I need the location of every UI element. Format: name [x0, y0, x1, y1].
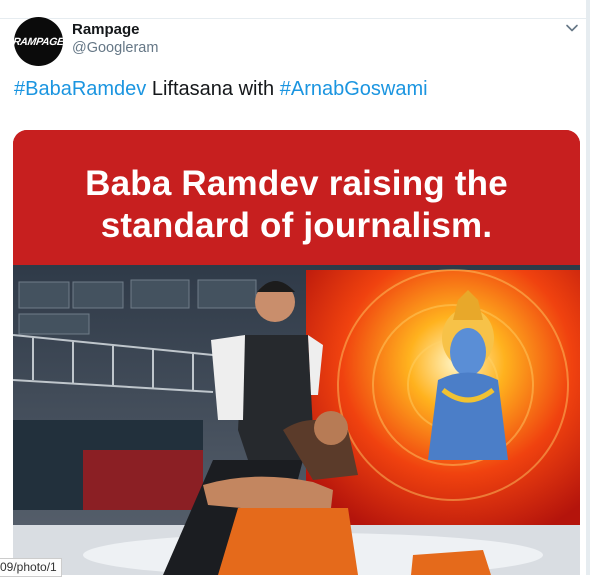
- hashtag-babaramdev[interactable]: #BabaRamdev: [14, 78, 146, 100]
- window-top-edge: [0, 0, 590, 19]
- window-right-edge: [586, 0, 590, 575]
- display-name[interactable]: Rampage: [72, 21, 140, 38]
- tweet-text-middle: Liftasana with: [146, 78, 280, 100]
- avatar-logo-text: RAMPAGE: [14, 35, 63, 48]
- banner-text-line1: Baba Ramdev raising the: [85, 164, 508, 203]
- status-url-tooltip: 09/photo/1: [0, 558, 62, 577]
- avatar[interactable]: RAMPAGE: [14, 17, 63, 66]
- tweet-text: #BabaRamdev Liftasana with #ArnabGoswami: [14, 78, 428, 101]
- hashtag-arnabgoswami[interactable]: #ArnabGoswami: [280, 78, 428, 100]
- tweet-media-image[interactable]: Baba Ramdev raising the standard of jour…: [13, 130, 580, 575]
- chevron-down-icon[interactable]: [564, 20, 580, 36]
- user-handle[interactable]: @Googleram: [72, 40, 158, 56]
- banner-text-line2: standard of journalism.: [100, 206, 493, 245]
